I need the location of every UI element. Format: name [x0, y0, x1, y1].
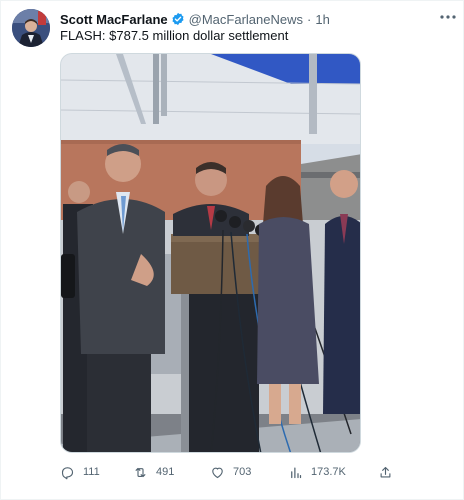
share-button[interactable] [378, 462, 393, 482]
avatar[interactable] [12, 9, 50, 47]
share-icon [380, 466, 391, 477]
tweet-actions: 111 491 703 173.7K [60, 462, 400, 482]
tweet-card[interactable]: Scott MacFarlane @MacFarlaneNews · 1h FL… [0, 0, 464, 500]
views-button[interactable]: 173.7K [288, 462, 346, 482]
like-button[interactable]: 703 [210, 462, 251, 482]
reply-count: 111 [83, 466, 100, 478]
reply-icon [61, 466, 74, 479]
heart-icon [212, 467, 223, 478]
repost-count: 491 [156, 466, 175, 478]
verified-badge-icon [171, 12, 185, 26]
reply-button[interactable]: 111 [60, 462, 100, 482]
separator-dot: · [307, 11, 312, 27]
like-count: 703 [233, 466, 252, 478]
repost-icon [135, 467, 146, 477]
timestamp[interactable]: 1h [315, 12, 329, 27]
tweet-photo[interactable] [60, 53, 361, 453]
more-options-icon[interactable] [437, 8, 459, 26]
display-name[interactable]: Scott MacFarlane [60, 12, 168, 27]
tweet-header: Scott MacFarlane @MacFarlaneNews · 1h [60, 10, 330, 28]
repost-button[interactable]: 491 [133, 462, 174, 482]
bar-chart-icon [291, 467, 302, 478]
user-handle[interactable]: @MacFarlaneNews [189, 12, 303, 27]
view-count: 173.7K [311, 466, 346, 478]
tweet-text: FLASH: $787.5 million dollar settlement [60, 28, 289, 43]
